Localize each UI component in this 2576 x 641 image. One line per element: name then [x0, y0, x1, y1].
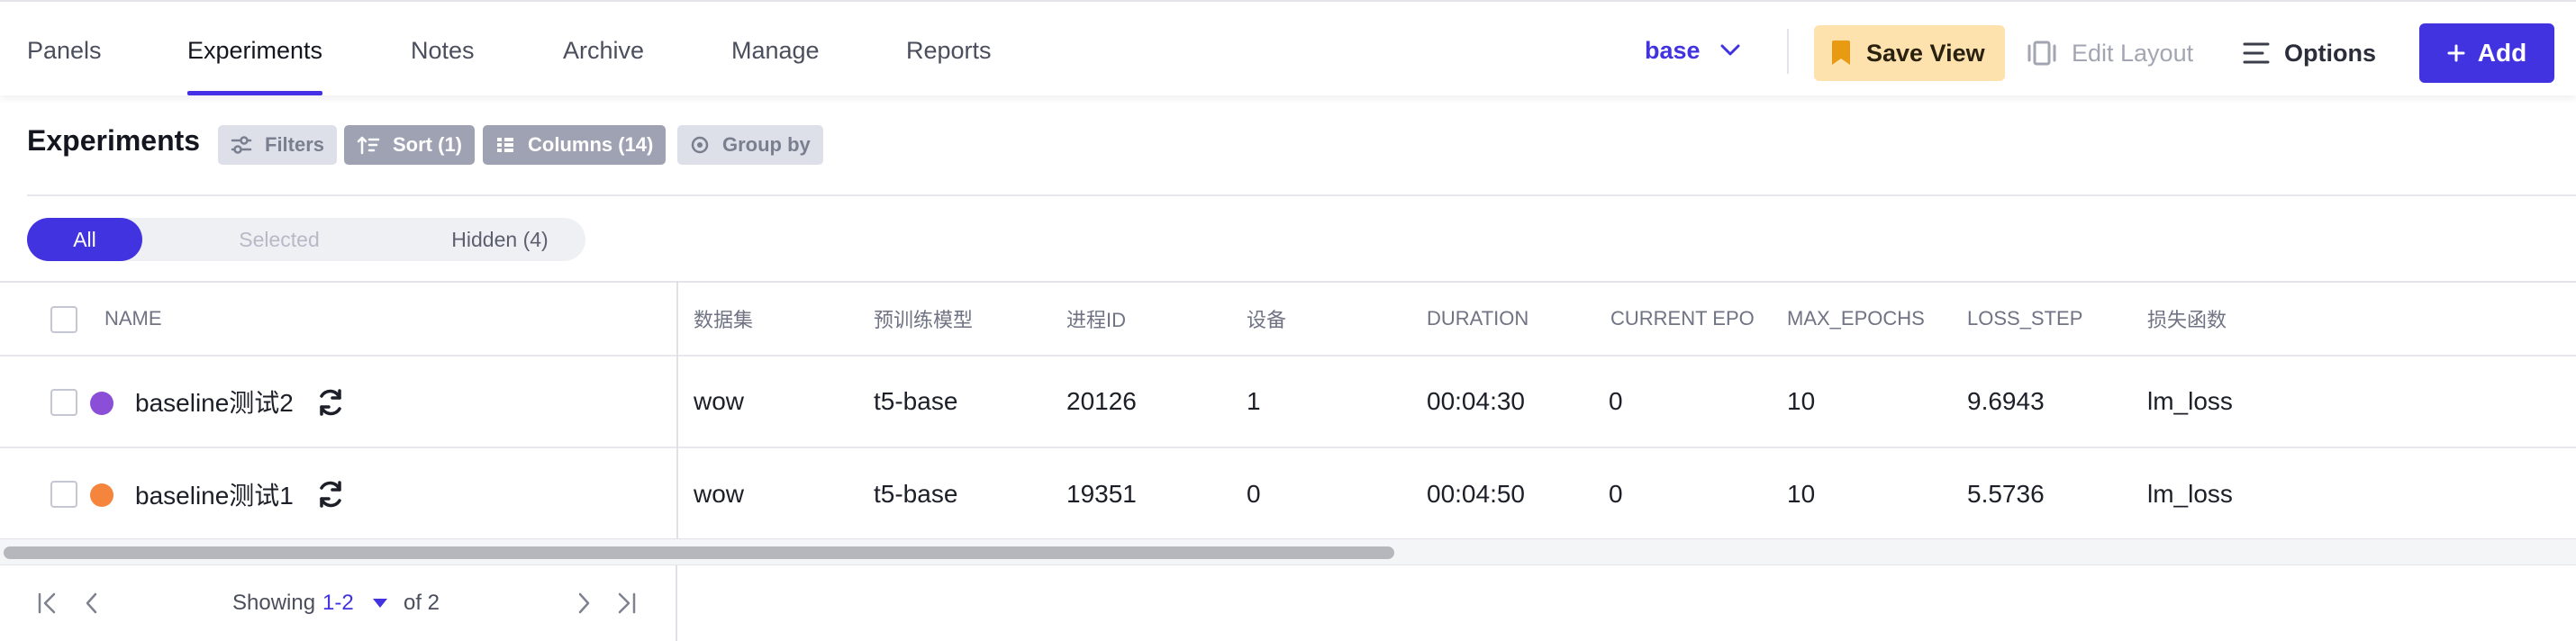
- first-page-button[interactable]: [32, 587, 65, 619]
- horizontal-scrollbar-thumb[interactable]: [4, 546, 1394, 559]
- column-header-device[interactable]: 设备: [1247, 283, 1286, 355]
- pagination-total: of 2: [404, 591, 440, 615]
- column-header-current-epoch[interactable]: CURRENT EPO...: [1610, 283, 1755, 355]
- column-header-dataset[interactable]: 数据集: [694, 283, 753, 355]
- options-lines-icon: [2243, 42, 2270, 64]
- cell-loss-step: 5.5736: [1967, 480, 2045, 508]
- cell-pretrained-model: t5-base: [874, 480, 958, 508]
- edit-layout-button[interactable]: Edit Layout: [2027, 25, 2193, 81]
- plus-icon: [2447, 44, 2465, 62]
- table-row[interactable]: baseline测试1 wow t5-base 19351 0 00:04:50…: [0, 448, 2576, 540]
- top-nav-bar: Panels Experiments Notes Archive Manage …: [0, 0, 2576, 95]
- column-header-loss-step[interactable]: LOSS_STEP: [1967, 283, 2082, 355]
- page-range-dropdown[interactable]: [364, 587, 396, 619]
- column-header-loss-function[interactable]: 损失函数: [2147, 283, 2227, 355]
- cell-current-epoch: 0: [1609, 387, 1623, 415]
- edit-layout-icon: [2027, 41, 2056, 66]
- column-header-max-epochs[interactable]: MAX_EPOCHS: [1787, 283, 1925, 355]
- group-by-button[interactable]: Group by: [677, 125, 823, 165]
- prev-page-icon: [86, 592, 97, 614]
- add-button[interactable]: Add: [2419, 23, 2554, 83]
- page-title: Experiments: [27, 124, 201, 157]
- next-page-button[interactable]: [567, 587, 600, 619]
- run-name[interactable]: baseline测试2: [135, 357, 294, 447]
- experiments-table: NAME 数据集 预训练模型 进程ID 设备 DURATION CURRENT …: [0, 281, 2576, 538]
- row-checkbox[interactable]: [50, 389, 77, 416]
- column-header-pretrained-model[interactable]: 预训练模型: [874, 283, 973, 355]
- prev-page-button[interactable]: [76, 587, 108, 619]
- sort-button[interactable]: Sort (1): [344, 125, 475, 165]
- filter-icon: [231, 136, 252, 154]
- tab-panels[interactable]: Panels: [27, 4, 102, 94]
- cell-current-epoch: 0: [1609, 480, 1623, 508]
- select-all-checkbox[interactable]: [50, 306, 77, 333]
- tab-archive[interactable]: Archive: [563, 4, 644, 94]
- options-label: Options: [2284, 39, 2376, 67]
- last-page-icon: [618, 592, 636, 614]
- group-by-icon: [691, 136, 709, 154]
- view-selector[interactable]: base: [1645, 32, 1740, 68]
- pinned-column-divider[interactable]: [676, 281, 678, 538]
- cell-loss-function: lm_loss: [2147, 480, 2233, 508]
- toolbar-divider: [1787, 29, 1789, 74]
- cell-max-epochs: 10: [1787, 387, 1816, 415]
- columns-label: Columns (14): [528, 133, 654, 156]
- cell-pretrained-model: t5-base: [874, 387, 958, 415]
- run-color-dot[interactable]: [90, 483, 113, 507]
- columns-button[interactable]: Columns (14): [483, 125, 667, 165]
- save-view-button[interactable]: Save View: [1814, 25, 2005, 81]
- pagination-range[interactable]: 1-2: [322, 585, 354, 621]
- cell-loss-step: 9.6943: [1967, 387, 2045, 415]
- cell-process-id: 20126: [1066, 387, 1137, 415]
- sync-icon[interactable]: [315, 387, 346, 418]
- cell-device: 0: [1247, 480, 1261, 508]
- filters-button[interactable]: Filters: [218, 125, 338, 165]
- last-page-button[interactable]: [609, 587, 641, 619]
- cell-duration: 00:04:30: [1427, 387, 1525, 415]
- group-by-label: Group by: [722, 133, 811, 156]
- column-header-process-id[interactable]: 进程ID: [1066, 283, 1126, 355]
- cell-max-epochs: 10: [1787, 480, 1816, 508]
- column-header-name[interactable]: NAME: [104, 283, 162, 355]
- run-color-dot[interactable]: [90, 392, 113, 415]
- sort-label: Sort (1): [393, 133, 462, 156]
- column-header-duration[interactable]: DURATION: [1427, 283, 1528, 355]
- run-name[interactable]: baseline测试1: [135, 448, 294, 540]
- save-view-label: Save View: [1866, 39, 1985, 67]
- pagination-showing-label: Showing: [232, 591, 316, 615]
- cell-dataset: wow: [694, 387, 745, 415]
- filters-label: Filters: [265, 133, 325, 156]
- toolbar-divider-line: [27, 194, 2576, 196]
- sort-icon: [357, 136, 380, 155]
- columns-icon: [497, 138, 513, 152]
- horizontal-scrollbar[interactable]: [0, 538, 2576, 565]
- options-button[interactable]: Options: [2243, 25, 2376, 81]
- add-label: Add: [2477, 39, 2527, 67]
- row-visibility-segment: All Selected Hidden (4): [27, 218, 585, 261]
- cell-dataset: wow: [694, 480, 745, 508]
- table-row[interactable]: baseline测试2 wow t5-base 20126 1 00:04:30…: [0, 357, 2576, 448]
- bookmark-icon: [1832, 41, 1850, 65]
- segment-all[interactable]: All: [27, 218, 142, 261]
- cell-device: 1: [1247, 387, 1261, 415]
- row-checkbox[interactable]: [50, 481, 77, 508]
- caret-down-icon: [373, 599, 387, 608]
- segment-selected[interactable]: Selected: [180, 218, 378, 261]
- tab-reports[interactable]: Reports: [906, 4, 992, 94]
- cell-process-id: 19351: [1066, 480, 1137, 508]
- cell-duration: 00:04:50: [1427, 480, 1525, 508]
- tab-notes[interactable]: Notes: [411, 4, 475, 94]
- tab-manage[interactable]: Manage: [731, 4, 820, 94]
- chevron-down-icon: [1720, 44, 1740, 56]
- segment-hidden[interactable]: Hidden (4): [396, 218, 603, 261]
- tab-experiments[interactable]: Experiments: [187, 4, 323, 95]
- edit-layout-label: Edit Layout: [2072, 39, 2194, 67]
- view-selector-label: base: [1645, 36, 1701, 64]
- cell-loss-function: lm_loss: [2147, 387, 2233, 415]
- sync-icon[interactable]: [315, 479, 346, 510]
- pagination: Showing 1-2 of 2: [0, 565, 677, 641]
- first-page-icon: [38, 592, 56, 614]
- next-page-icon: [578, 592, 590, 614]
- table-header-row: NAME 数据集 预训练模型 进程ID 设备 DURATION CURRENT …: [0, 283, 2576, 357]
